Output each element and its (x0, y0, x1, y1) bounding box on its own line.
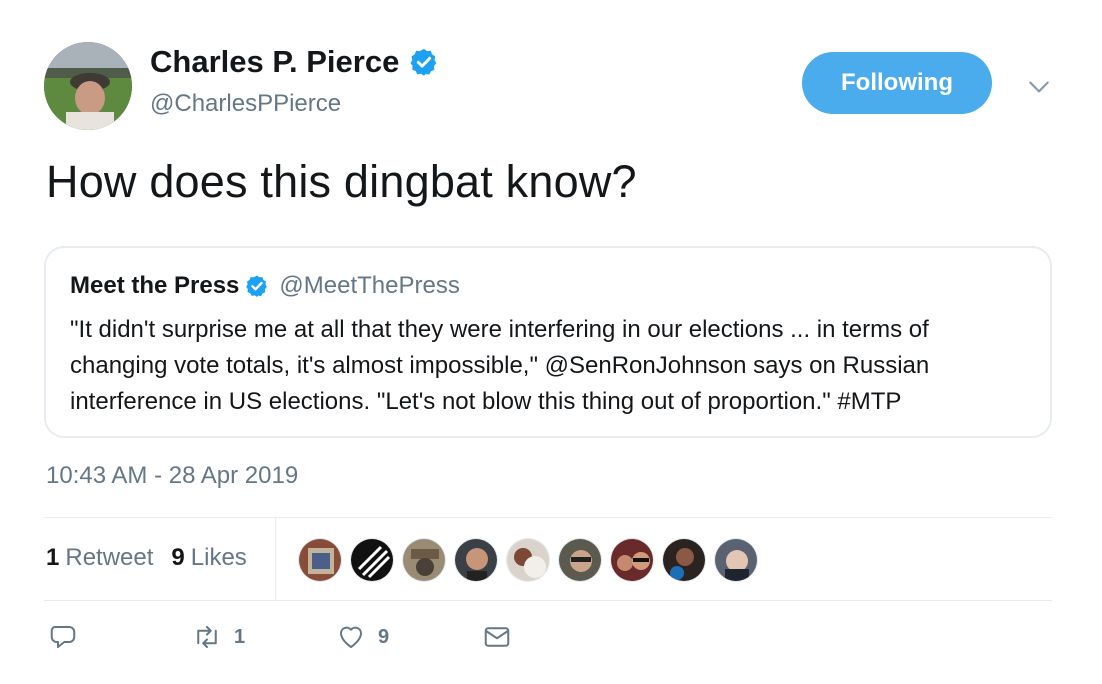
liker-avatar[interactable] (610, 538, 654, 582)
liker-avatar[interactable] (454, 538, 498, 582)
quoted-tweet-header: Meet the Press @MeetThePress (70, 272, 460, 300)
retweet-icon (197, 626, 217, 648)
retweet-stat-label: Retweet (65, 544, 154, 571)
tweet-text: How does this dingbat know? (46, 156, 637, 207)
quoted-author-handle: @MeetThePress (279, 272, 460, 299)
tweet-timestamp[interactable]: 10:43 AM - 28 Apr 2019 (46, 462, 298, 490)
liker-avatar[interactable] (298, 538, 342, 582)
retweet-stat[interactable]: 1 Retweet (46, 544, 153, 572)
like-stat-count: 9 (171, 544, 185, 571)
direct-message-icon (484, 627, 510, 647)
quoted-author-name: Meet the Press (70, 272, 240, 299)
verified-badge-icon (410, 48, 437, 76)
liker-avatar[interactable] (350, 538, 394, 582)
quoted-tweet[interactable]: Meet the Press @MeetThePress "It didn't … (44, 246, 1052, 438)
liker-avatar[interactable] (558, 538, 602, 582)
quoted-tweet-text: "It didn't surprise me at all that they … (70, 316, 930, 415)
stats-vertical-divider (275, 518, 276, 600)
liker-avatar[interactable] (402, 538, 446, 582)
following-button[interactable]: Following (802, 52, 992, 114)
liker-avatar[interactable] (506, 538, 550, 582)
chevron-down-icon[interactable] (1026, 74, 1052, 100)
author-name-row[interactable]: Charles P. Pierce (150, 44, 439, 80)
actions-top-divider (44, 600, 1052, 601)
stats-top-divider (44, 517, 1052, 518)
liker-avatar[interactable] (662, 538, 706, 582)
retweet-count: 1 (234, 625, 246, 648)
direct-message-button[interactable] (482, 622, 512, 652)
retweet-button[interactable]: 1 (192, 622, 245, 652)
liker-avatar[interactable] (714, 538, 758, 582)
author-handle[interactable]: @CharlesPPierce (150, 90, 341, 118)
tweet-action-bar: 1 9 (0, 622, 1102, 662)
author-avatar[interactable] (44, 42, 132, 130)
tweet-stats: 1 Retweet 9 Likes (46, 544, 265, 572)
like-count: 9 (378, 625, 390, 648)
reply-button[interactable] (48, 622, 90, 652)
author-name[interactable]: Charles P. Pierce (150, 44, 399, 80)
like-stat-label: Likes (190, 544, 247, 571)
like-stat[interactable]: 9 Likes (171, 544, 246, 572)
liker-avatars (298, 538, 766, 582)
reply-icon (50, 626, 76, 648)
verified-badge-icon (246, 275, 268, 297)
like-button[interactable]: 9 (336, 622, 389, 652)
heart-icon (340, 626, 362, 648)
retweet-stat-count: 1 (46, 544, 60, 571)
